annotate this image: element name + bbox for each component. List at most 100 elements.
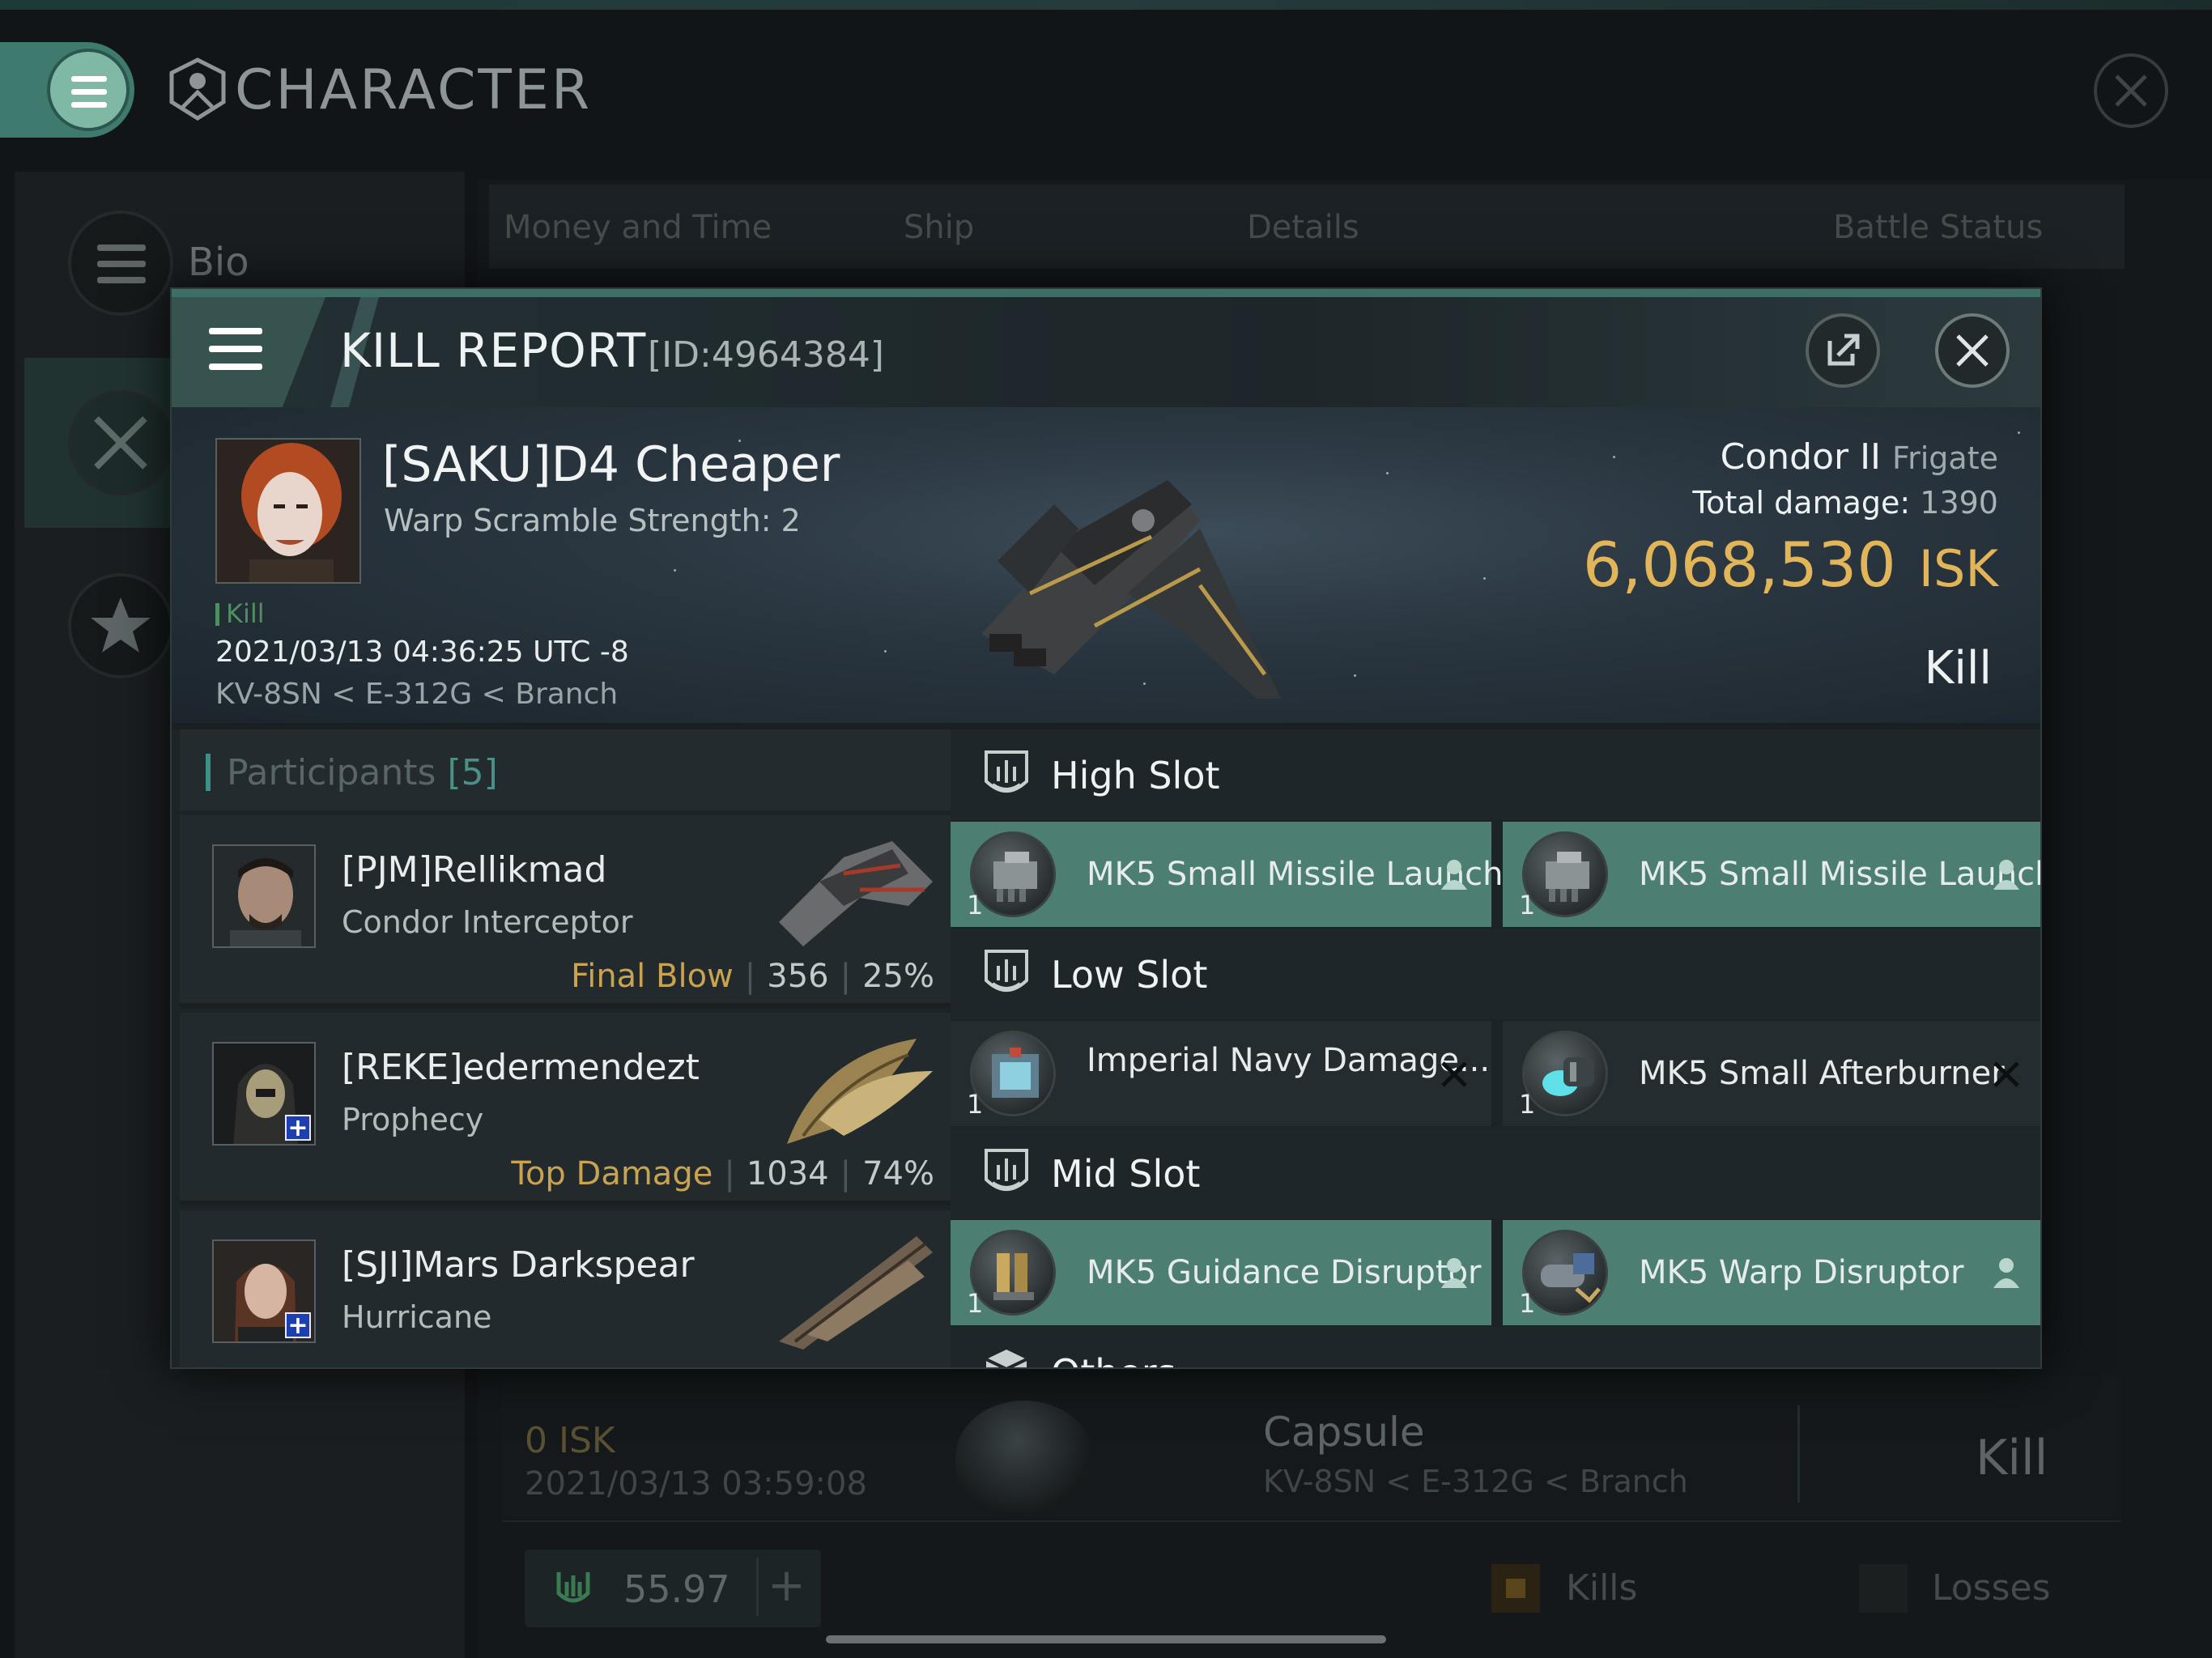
hamburger-icon	[71, 76, 107, 108]
module-card[interactable]: 1 MK5 Small Missile Launcher	[951, 822, 1536, 927]
modal-title: KILL REPORT	[340, 323, 647, 378]
participant-ship: Prophecy	[342, 1102, 484, 1137]
plus-icon: +	[285, 1312, 311, 1338]
history-row[interactable]: 0 ISK 2021/03/13 03:59:08 Capsule KV-8SN…	[502, 1376, 2121, 1522]
star-badge-icon	[91, 597, 151, 653]
isk-unit: ISK	[1918, 539, 1998, 598]
home-indicator[interactable]	[826, 1635, 1386, 1643]
fitted-person-icon	[1993, 1258, 2019, 1288]
top-bar	[0, 0, 2212, 10]
crossed-swords-icon	[94, 416, 147, 470]
hamburger-icon	[209, 328, 262, 373]
background-tabs: Money and Time Ship Details Battle Statu…	[489, 185, 2125, 269]
mid-slot-header: Mid Slot	[951, 1128, 2040, 1218]
module-qty: 1	[1519, 1089, 1536, 1120]
participants-title: Participants [5]	[206, 752, 498, 793]
tab-ship[interactable]: Ship	[904, 209, 974, 246]
divider	[1797, 1405, 1800, 1503]
participant-role: Final Blow	[571, 958, 734, 995]
module-qty: 1	[967, 1089, 984, 1120]
participant-damage: 1034	[746, 1155, 829, 1192]
list-icon	[97, 244, 146, 285]
module-qty: 1	[1519, 890, 1536, 920]
participant-row[interactable]: + [SJI]Mars Darkspear Hurricane	[180, 1210, 951, 1367]
fittings-panel: High Slot 1 MK5 Small Missile Launcher 1…	[951, 729, 2040, 1367]
participant-ship-image	[779, 841, 933, 946]
high-slot-header: High Slot	[951, 729, 2040, 820]
participant-percent: 74%	[862, 1155, 934, 1192]
module-card[interactable]: 1 MK5 Small Missile Launcher	[1503, 822, 2040, 927]
tab-details[interactable]: Details	[1247, 209, 1359, 246]
participant-row[interactable]: + [REKE]edermendezt Prophecy Top Damage |…	[180, 1013, 951, 1205]
main-menu-button[interactable]	[0, 42, 134, 138]
low-slot-icon	[985, 950, 1028, 992]
destroyed-x-icon	[1441, 1061, 1467, 1087]
participants-count: [5]	[447, 752, 498, 793]
total-damage: Total damage: 1390	[1692, 485, 1998, 521]
participant-name: [PJM]Rellikmad	[342, 849, 607, 891]
losses-legend-swatch	[1859, 1564, 1908, 1613]
result-label: Kill	[1924, 642, 1992, 695]
module-name: Imperial Navy Damage...	[1087, 1042, 1491, 1079]
isk-value: 6,068,530 ISK	[1582, 529, 1998, 601]
kill-datetime: 2021/03/13 04:36:25 UTC -8	[215, 636, 629, 669]
kill-tag: Kill	[215, 598, 265, 629]
modal-accent-line	[172, 289, 2040, 297]
history-isk: 0 ISK	[525, 1420, 615, 1461]
stamina-value: 55.97	[623, 1567, 730, 1611]
module-card[interactable]: 1 Imperial Navy Damage...	[951, 1021, 1491, 1126]
character-icon	[169, 57, 226, 121]
participant-row[interactable]: [PJM]Rellikmad Condor Interceptor Final …	[180, 815, 951, 1008]
losses-legend-label: Losses	[1932, 1567, 2051, 1609]
high-slot-label: High Slot	[1051, 754, 1220, 797]
participant-avatar: +	[212, 1042, 316, 1146]
participant-role: Top Damage	[511, 1155, 713, 1192]
participant-ship: Hurricane	[342, 1299, 492, 1335]
kills-legend-label: Kills	[1566, 1567, 1638, 1609]
plus-icon: +	[285, 1115, 311, 1141]
ship-class: Frigate	[1892, 440, 1998, 476]
ship-name: Condor II Frigate	[1720, 436, 1998, 478]
module-card[interactable]: 1 MK5 Guidance Disruptor	[951, 1220, 1491, 1325]
history-result: Kill	[1976, 1430, 2048, 1486]
participant-name: [SJI]Mars Darkspear	[342, 1244, 695, 1286]
history-location: KV-8SN < E-312G < Branch	[1263, 1464, 1688, 1499]
others-label: Others	[1051, 1351, 1176, 1367]
tab-battle-status[interactable]: Battle Status	[1833, 209, 2043, 246]
close-button[interactable]	[1935, 313, 2010, 388]
participant-name: [REKE]edermendezt	[342, 1047, 700, 1088]
mid-slot-label: Mid Slot	[1051, 1152, 1201, 1196]
kill-banner: [SAKU]D4 Cheaper Warp Scramble Strength:…	[172, 407, 2040, 723]
module-qty: 1	[967, 1288, 984, 1319]
page-title: CHARACTER	[235, 58, 593, 122]
cargo-box-icon	[985, 1350, 1027, 1367]
participant-damage: 356	[767, 958, 829, 995]
total-damage-value: 1390	[1920, 485, 1998, 521]
share-button[interactable]	[1806, 313, 1880, 388]
others-header: Others	[951, 1327, 2040, 1367]
fitted-person-icon	[1441, 860, 1467, 890]
mid-slot-icon	[985, 1149, 1028, 1191]
module-card[interactable]: 1 MK5 Warp Disruptor	[1503, 1220, 2040, 1325]
victim-ship-image	[981, 480, 1281, 699]
fitted-person-icon	[1441, 1258, 1467, 1288]
participant-avatar: +	[212, 1239, 316, 1343]
history-ship: Capsule	[1263, 1409, 1425, 1456]
kill-report-modal: KILL REPORT [ID:4964384] [SAKU]D4 Cheape…	[170, 287, 2042, 1369]
participant-ship-image	[787, 1039, 933, 1144]
low-slot-label: Low Slot	[1051, 953, 1208, 997]
capsule-ship-image	[955, 1401, 1093, 1514]
close-icon	[2115, 74, 2147, 107]
victim-subtitle: Warp Scramble Strength: 2	[384, 503, 801, 538]
sidebar-bio-label: Bio	[188, 240, 249, 285]
participant-stats: Final Blow | 356 | 25%	[571, 958, 934, 995]
slot-icon	[556, 1572, 590, 1603]
add-button[interactable]: +	[756, 1558, 815, 1616]
module-card[interactable]: 1 MK5 Small Afterburner	[1503, 1021, 2040, 1126]
module-name: MK5 Small Afterburner	[1639, 1055, 2005, 1092]
victim-avatar[interactable]	[215, 438, 361, 584]
tab-money-and-time[interactable]: Money and Time	[504, 209, 772, 246]
participant-ship-image	[779, 1236, 933, 1350]
background-close-button[interactable]	[2094, 53, 2168, 128]
module-name: MK5 Guidance Disruptor	[1087, 1254, 1482, 1291]
